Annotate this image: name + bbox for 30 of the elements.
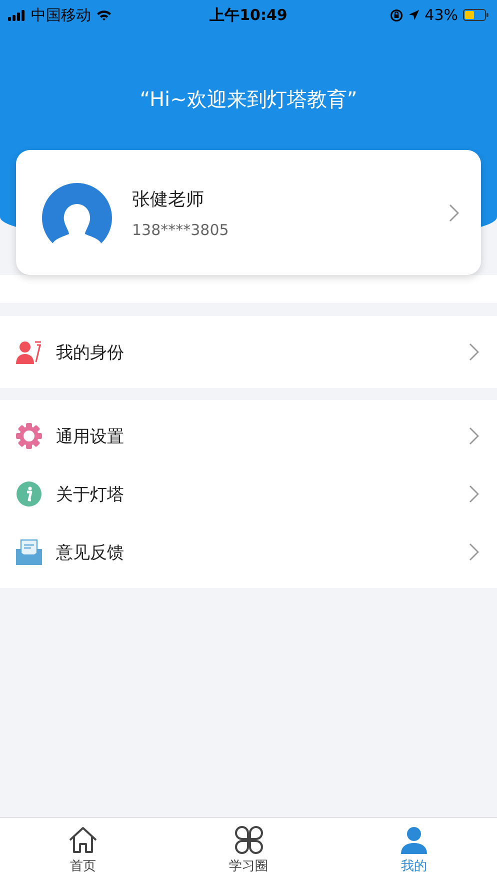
location-icon: [408, 9, 420, 21]
chevron-icon: [469, 543, 479, 561]
signal-icon: [8, 10, 26, 20]
info-icon: [16, 481, 42, 507]
person-icon: [16, 340, 42, 364]
chevron-icon: [469, 485, 479, 503]
profile-card[interactable]: 张健老师 138****3805: [16, 150, 481, 275]
carrier-name: 中国移动: [31, 6, 91, 24]
chevron-icon: [469, 343, 479, 361]
tab[interactable]: 学习圈: [166, 818, 332, 883]
menu-item[interactable]: 关于灯塔: [0, 465, 497, 523]
wifi-icon: [96, 9, 112, 21]
tab[interactable]: 我的: [331, 818, 497, 883]
menu-item[interactable]: 意见反馈: [0, 523, 497, 581]
battery-icon: [463, 9, 489, 21]
gear-icon: [16, 423, 42, 449]
phone-number: 138****3805: [132, 220, 230, 238]
home-icon: [68, 826, 98, 854]
rotation-lock-icon: [390, 8, 403, 22]
tab[interactable]: 首页: [0, 818, 166, 883]
teacher-name: 张健老师: [132, 188, 205, 210]
chevron-icon: [469, 427, 479, 445]
menu-item[interactable]: 通用设置: [0, 407, 497, 465]
battery-percent: 43%: [424, 6, 458, 24]
welcome-text: “Hi~欢迎来到灯塔教育”: [138, 86, 358, 113]
person-icon: [399, 826, 430, 854]
status-time: 上午10:49: [210, 6, 288, 24]
clover-icon: [234, 826, 264, 854]
avatar-icon: [42, 182, 112, 244]
chevron-icon: [449, 204, 459, 222]
